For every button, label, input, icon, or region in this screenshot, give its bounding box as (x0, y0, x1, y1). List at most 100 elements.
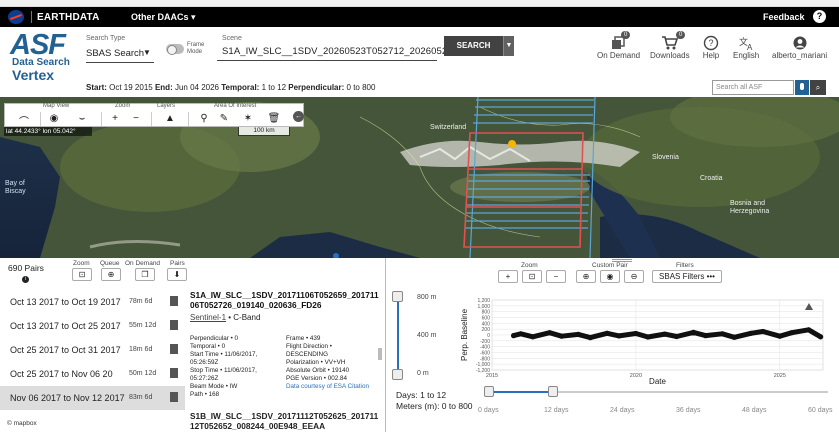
y-axis-label: Perp. Baseline (460, 308, 469, 361)
collapse-toolbar-icon[interactable]: ← (293, 111, 304, 122)
meta-perpendicular: Perpendicular • 0 (190, 335, 239, 342)
pair-row[interactable]: Oct 25 2017 to Oct 31 2017 18m 6d (0, 338, 185, 362)
remove-pair-icon[interactable]: ⊖ (624, 270, 644, 283)
sbas-filters-button[interactable]: SBAS Filters ••• (652, 270, 722, 283)
pin-icon[interactable]: ⚲ (197, 113, 211, 124)
download-icon[interactable]: ⬇ (167, 268, 187, 281)
pairs-list: Oct 13 2017 to Oct 19 2017 78m 6d Oct 13… (0, 290, 185, 410)
pair-row-selected[interactable]: Nov 06 2017 to Nov 12 2017 83m 6d (0, 386, 185, 410)
on-demand-button[interactable]: 0 On Demand (597, 31, 640, 60)
baseline-point (690, 329, 697, 335)
label-herzegovina: Herzegovina (730, 208, 770, 215)
meta-stop: Stop Time • 11/06/2017, (190, 367, 257, 374)
pairs-tool-label: Pairs (170, 260, 185, 267)
scene-input[interactable]: S1A_IW_SLC__1SDV_20260523T052712_2026052… (222, 46, 459, 57)
on-demand-stack-icon[interactable]: ❐ (135, 268, 155, 281)
arctic-view-icon[interactable]: ⌒ (17, 113, 31, 128)
meta-beam-mode: Beam Mode • IW (190, 383, 238, 390)
help-label: Help (702, 51, 720, 60)
pair-stack-icon[interactable] (170, 392, 178, 402)
temporal-slider-left-handle[interactable] (484, 386, 494, 397)
downloads-label: Downloads (650, 51, 690, 60)
feedback-link[interactable]: Feedback (763, 12, 805, 22)
globe-icon[interactable]: ◉ (47, 113, 61, 124)
zoom-to-results-icon[interactable]: ⊡ (72, 268, 92, 281)
pair-stack-icon[interactable] (170, 296, 178, 306)
next-scene-title[interactable]: S1B_IW_SLC__1SDV_20171112T052625_2017111… (190, 411, 380, 431)
browser-strip (0, 0, 839, 7)
nasa-logo-icon[interactable] (8, 10, 24, 24)
pair-stack-icon[interactable] (170, 368, 178, 378)
layers-mountain-icon[interactable]: ▲ (163, 113, 177, 124)
info-icon[interactable]: i (22, 276, 29, 283)
slider-top-handle[interactable] (392, 291, 403, 302)
pair-baseline: 83m 6d (129, 394, 153, 401)
magic-wand-icon[interactable]: ✶ (241, 113, 255, 124)
temporal-tick-label: 48 days (742, 407, 767, 414)
perp-baseline-slider[interactable] (397, 295, 399, 375)
pair-stack-icon[interactable] (170, 320, 178, 330)
other-daacs-menu[interactable]: Other DAACs ▾ (131, 12, 196, 23)
band-text: • C-Band (226, 313, 261, 322)
chart-zoom-fit-icon[interactable]: ⊡ (522, 270, 542, 283)
chart-zoom-in-icon[interactable]: + (498, 270, 518, 283)
label-switzerland: Switzerland (430, 124, 467, 131)
help-circle-icon[interactable]: ? (813, 10, 826, 23)
svg-text:?: ? (708, 38, 713, 48)
earthdata-title[interactable]: EARTHDATA (37, 12, 100, 23)
search-type-underline (86, 62, 154, 63)
lat-value: lat 44.2433° (6, 128, 41, 135)
slider-800m-label: 800 m (417, 294, 437, 301)
pairs-count: 690 Pairs (8, 263, 44, 273)
microphone-icon[interactable] (795, 80, 809, 95)
baseline-chart[interactable]: 1,2001,0008006004002000-200-400-600-800-… (455, 292, 830, 387)
search-all-asf-input[interactable]: Search all ASF (712, 80, 794, 95)
pair-row[interactable]: Oct 13 2017 to Oct 19 2017 78m 6d (0, 290, 185, 314)
antarctic-view-icon[interactable]: ⌣ (75, 113, 89, 124)
add-pair-icon[interactable]: ⊕ (576, 270, 596, 283)
metadata-left: Perpendicular • 0 Temporal • 0 Start Tim… (190, 335, 282, 399)
pair-row[interactable]: Oct 25 2017 to Nov 06 20 50m 12d (0, 362, 185, 386)
help-button[interactable]: ? Help (702, 35, 720, 60)
on-demand-tool-label: On Demand (125, 260, 161, 267)
language-label: English (733, 51, 760, 60)
caret-down-icon[interactable]: ▼ (143, 48, 151, 57)
search-type-select[interactable]: SBAS Search (86, 48, 144, 59)
search-asf-button[interactable]: ⌕ (810, 80, 826, 95)
trash-icon[interactable]: 🗑 (267, 113, 281, 124)
baseline-point (547, 330, 553, 336)
chart-zoom-out-icon[interactable]: − (546, 270, 566, 283)
language-button[interactable]: 文 A English (733, 35, 759, 60)
map-view-label: Map View (43, 103, 70, 109)
pair-stack-icon[interactable] (170, 344, 178, 354)
search-filters-summary[interactable]: Start: Oct 19 2015 End: Jun 04 2026 Temp… (86, 83, 375, 92)
draw-pencil-icon[interactable]: ✎ (217, 113, 231, 124)
detail-scrollbar[interactable] (378, 348, 382, 360)
zoom-in-icon[interactable]: + (108, 113, 122, 124)
search-button[interactable]: SEARCH (444, 36, 503, 56)
add-to-queue-icon[interactable]: ⊕ (101, 268, 121, 281)
end-value: Jun 04 2026 (174, 83, 220, 92)
pair-dates: Nov 06 2017 to Nov 12 2017 (10, 393, 125, 403)
meta-temporal: Temporal • 0 (190, 343, 226, 350)
user-menu[interactable]: alberto_mariani (772, 35, 827, 60)
baseline-point (777, 333, 783, 339)
label-bay-of: Bay of (5, 180, 25, 187)
pair-row[interactable]: Oct 13 2017 to Oct 25 2017 55m 12d (0, 314, 185, 338)
downloads-button[interactable]: 0 Downloads (650, 31, 690, 60)
esa-citation-link[interactable]: Data courtesy of ESA Citation (286, 383, 369, 390)
frame-mode-toggle[interactable] (166, 44, 184, 55)
pair-stop-icon[interactable]: ◉ (600, 270, 620, 283)
baseline-point (702, 333, 709, 339)
slider-bottom-handle[interactable] (392, 369, 403, 380)
metadata-right: Frame • 439 Flight Direction • DESCENDIN… (286, 335, 380, 391)
help-icon: ? (703, 35, 719, 51)
temporal-slider-right-handle[interactable] (548, 386, 558, 397)
asf-vertex-logo[interactable]: ASF Data Search Vertex (10, 31, 74, 83)
meta-flight-direction: Flight Direction • (286, 343, 332, 350)
search-dropdown-button[interactable]: ▼ (503, 36, 514, 56)
pair-dates: Oct 13 2017 to Oct 25 2017 (10, 321, 121, 331)
zoom-out-icon[interactable]: − (129, 113, 143, 124)
sensor-link[interactable]: Sentinel-1 (190, 313, 226, 322)
meta-polarization: Polarization • VV+VH (286, 359, 346, 366)
